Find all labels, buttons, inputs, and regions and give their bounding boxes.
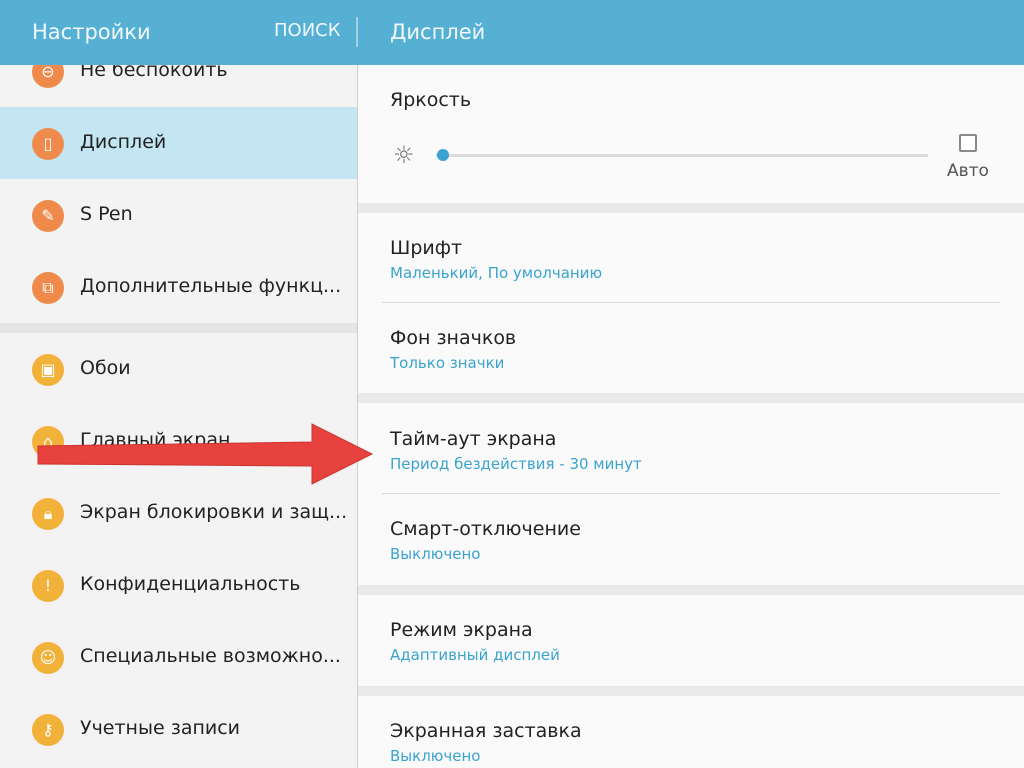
- pen-icon: ✎: [32, 200, 64, 232]
- header-divider: [356, 17, 358, 47]
- sidebar-item-accessibility[interactable]: ☺ Специальные возможно...: [0, 621, 357, 693]
- accessibility-icon: ☺: [32, 642, 64, 674]
- auto-brightness-label: Авто: [947, 161, 989, 181]
- key-icon: ⚷: [32, 714, 64, 746]
- sidebar-item-label: Экран блокировки и защ...: [80, 501, 348, 523]
- annotation-arrow-icon: [37, 423, 374, 485]
- brightness-slider-thumb[interactable]: [436, 149, 449, 161]
- app-title: Настройки: [32, 20, 151, 44]
- lock-icon: 🔒︎: [32, 498, 64, 530]
- screensaver-card[interactable]: Экранная заставка Выключено: [358, 696, 1024, 768]
- display-icon: ▯: [32, 128, 64, 160]
- row-subtitle: Выключено: [390, 545, 481, 563]
- sidebar-section-divider: [0, 323, 357, 333]
- row-title: Шрифт: [390, 237, 463, 259]
- sidebar: ⊖ Не беспокоить ▯ Дисплей ✎ S Pen ⧉ Допо…: [0, 65, 357, 768]
- sidebar-item-label: Дисплей: [80, 131, 167, 153]
- icon-background-row[interactable]: Фон значков Только значки: [358, 303, 1024, 393]
- smart-off-row[interactable]: Смарт-отключение Выключено: [358, 494, 1024, 585]
- row-title: Экранная заставка: [390, 720, 582, 742]
- sidebar-item-privacy[interactable]: ! Конфиденциальность: [0, 549, 357, 621]
- font-row[interactable]: Шрифт Маленький, По умолчанию: [358, 213, 1024, 303]
- sidebar-item-label: Не беспокоить: [80, 65, 228, 81]
- screen-timeout-card: Тайм-аут экрана Период бездействия - 30 …: [358, 403, 1024, 585]
- sidebar-item-advanced-features[interactable]: ⧉ Дополнительные функц...: [0, 251, 357, 323]
- font-card: Шрифт Маленький, По умолчанию Фон значко…: [358, 213, 1024, 393]
- sidebar-item-display[interactable]: ▯ Дисплей: [0, 107, 357, 179]
- sidebar-item-label: Специальные возможно...: [80, 645, 341, 667]
- sidebar-item-accounts[interactable]: ⚷ Учетные записи: [0, 693, 357, 765]
- auto-brightness-checkbox[interactable]: [959, 134, 977, 152]
- screen-mode-card[interactable]: Режим экрана Адаптивный дисплей: [358, 595, 1024, 686]
- row-title: Тайм-аут экрана: [390, 428, 557, 450]
- row-subtitle: Маленький, По умолчанию: [390, 264, 603, 282]
- sun-icon: ☼: [393, 141, 415, 169]
- screen-timeout-row[interactable]: Тайм-аут экрана Период бездействия - 30 …: [358, 403, 1024, 494]
- page-title: Дисплей: [390, 20, 486, 44]
- display-settings-panel: Яркость ☼ Авто Шрифт Маленький, По умолч…: [358, 65, 1024, 768]
- brightness-slider[interactable]: [436, 154, 928, 157]
- advanced-features-icon: ⧉: [32, 272, 64, 304]
- sidebar-item-label: Учетные записи: [80, 717, 241, 739]
- privacy-icon: !: [32, 570, 64, 602]
- sidebar-item-label: Дополнительные функц...: [80, 275, 342, 297]
- row-title: Режим экрана: [390, 619, 533, 641]
- row-subtitle: Период бездействия - 30 минут: [390, 455, 642, 473]
- sidebar-item-s-pen[interactable]: ✎ S Pen: [0, 179, 357, 251]
- sidebar-item-label: Конфиденциальность: [80, 573, 301, 595]
- sidebar-item-label: Обои: [80, 357, 131, 379]
- sidebar-item-label: S Pen: [80, 203, 133, 225]
- sidebar-item-wallpaper[interactable]: ▣ Обои: [0, 333, 357, 405]
- row-subtitle: Адаптивный дисплей: [390, 646, 560, 664]
- brightness-card: Яркость ☼ Авто: [358, 65, 1024, 203]
- do-not-disturb-icon: ⊖: [32, 65, 64, 88]
- row-subtitle: Выключено: [390, 747, 481, 765]
- sidebar-item-do-not-disturb[interactable]: ⊖ Не беспокоить: [0, 65, 357, 107]
- search-button[interactable]: ПОИСК: [274, 20, 341, 41]
- row-title: Фон значков: [390, 327, 517, 349]
- row-subtitle: Только значки: [390, 354, 505, 372]
- wallpaper-icon: ▣: [32, 354, 64, 386]
- brightness-title: Яркость: [390, 89, 472, 111]
- row-title: Смарт-отключение: [390, 518, 581, 540]
- app-header: Настройки ПОИСК Дисплей: [0, 0, 1024, 65]
